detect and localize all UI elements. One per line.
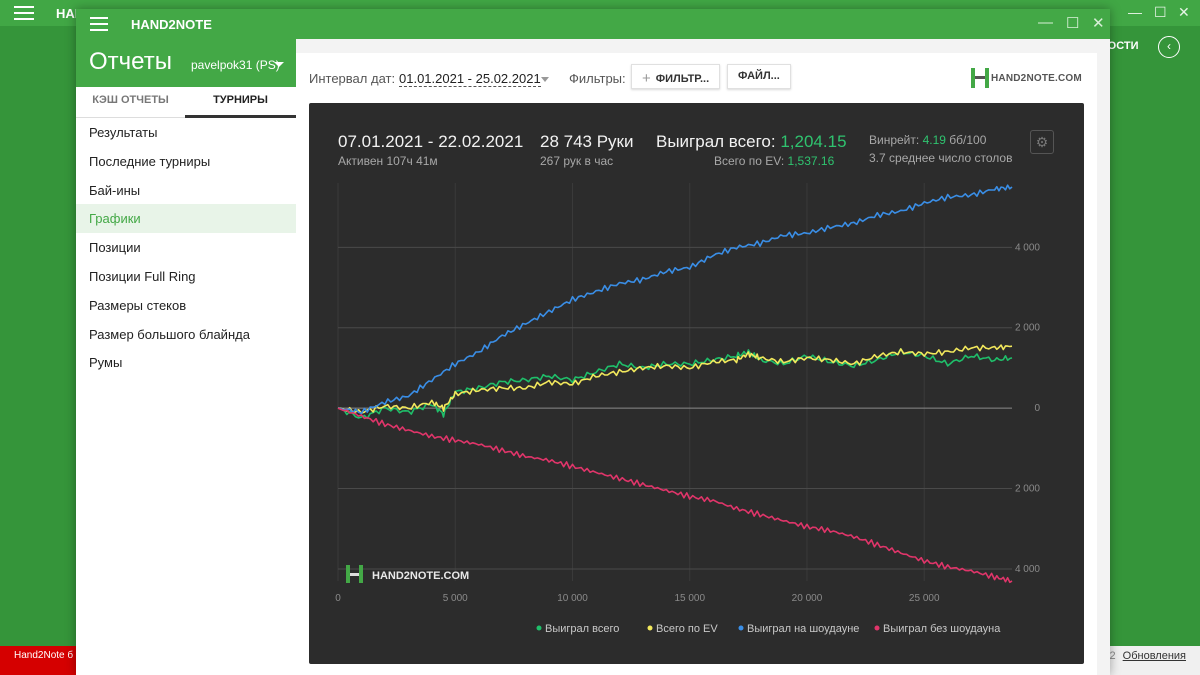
window-maximize-icon[interactable]: ☐ [1066, 14, 1079, 32]
x-tick-label: 15 000 [674, 593, 705, 604]
watermark-logo-icon [346, 565, 350, 583]
hand2note-logo-icon [971, 68, 989, 88]
watermark-text: HAND2NOTE.COM [372, 570, 469, 582]
chart-panel: 07.01.2021 - 22.02.2021 Активен 107ч 41м… [309, 103, 1084, 664]
watermark-logo-icon-bar [350, 573, 359, 576]
legend-dot-won_total [536, 625, 542, 631]
sidebar-item-rooms[interactable]: Румы [76, 348, 296, 377]
window-title-bar[interactable]: HAND2NOTE — ☐ ✕ [76, 9, 1110, 39]
background-minimize-icon[interactable]: — [1128, 4, 1142, 20]
file-button[interactable]: ФАЙЛ... [727, 64, 791, 89]
sidebar-item-stack-sizes[interactable]: Размеры стеков [76, 291, 296, 320]
chart-watermark: HAND2NOTE.COM [346, 565, 469, 583]
graph-chart: 0 5 000 10 000 15 000 20 000 25 000 4 000 2 000… [335, 183, 1040, 635]
background-close-icon[interactable]: ✕ [1178, 4, 1190, 21]
file-button-label: ФАЙЛ... [738, 70, 780, 82]
y-tick-label: 2 000 [1015, 484, 1040, 495]
x-tick-label: 0 [335, 593, 341, 604]
background-status-right: 22 Обновления [1103, 650, 1186, 662]
filter-button[interactable]: + ФИЛЬТР... [631, 64, 721, 89]
x-tick-label: 25 000 [909, 593, 940, 604]
x-tick-label: 20 000 [792, 593, 823, 604]
x-tick-label: 5 000 [443, 593, 468, 604]
sidebar-item-positions[interactable]: Позиции [76, 233, 296, 262]
x-tick-label: 10 000 [557, 593, 588, 604]
tab-cash-reports[interactable]: КЭШ ОТЧЕТЫ [76, 87, 185, 118]
window-close-icon[interactable]: ✕ [1092, 14, 1105, 32]
legend-dot-non_showdown [874, 625, 880, 631]
window-minimize-icon[interactable]: — [1038, 14, 1053, 31]
account-selector[interactable]: pavelpok31 (PS) [191, 58, 280, 72]
y-tick-label: 4 000 [1015, 564, 1040, 575]
series-line-non_showdown [337, 407, 1013, 584]
background-maximize-icon[interactable]: ☐ [1154, 4, 1167, 21]
sidebar-item-recent-tournaments[interactable]: Последние турниры [76, 147, 296, 176]
legend-dot-ev [647, 625, 653, 631]
window-menu-icon[interactable] [90, 17, 108, 31]
reports-header: Отчеты pavelpok31 (PS) [76, 39, 296, 87]
chart-lines [337, 184, 1013, 584]
main-content: Интервал дат: 01.01.2021 - 25.02.2021 Фи… [296, 53, 1097, 675]
chevron-down-icon[interactable] [274, 62, 284, 67]
series-line-showdown [337, 184, 1013, 415]
date-interval-label: Интервал дат: [309, 71, 396, 86]
y-tick-label: 4 000 [1015, 242, 1040, 253]
sidebar-item-graphs[interactable]: Графики [76, 204, 296, 234]
background-right-strip [1110, 26, 1200, 646]
chart-ticks: 0 5 000 10 000 15 000 20 000 25 000 4 000 2 000… [335, 242, 1040, 604]
reports-window: HAND2NOTE — ☐ ✕ Отчеты pavelpok31 (PS) К… [76, 9, 1110, 675]
background-status-left: Hand2Note б [0, 646, 76, 675]
plus-icon: + [642, 70, 651, 87]
legend-label-non_showdown: Выиграл без шоудауна [883, 623, 1001, 635]
date-interval-picker[interactable]: 01.01.2021 - 25.02.2021 [399, 71, 541, 87]
legend-label-showdown: Выиграл на шоудауне [747, 623, 859, 635]
hand2note-logo-text: HAND2NOTE.COM [991, 73, 1082, 84]
background-left-strip [0, 26, 76, 646]
series-line-ev [337, 344, 1013, 414]
sidebar-item-big-blind-size[interactable]: Размер большого блайнда [76, 320, 296, 349]
sidebar-item-results[interactable]: Результаты [76, 118, 296, 147]
filter-button-label: ФИЛЬТР... [655, 73, 710, 85]
legend-label-won_total: Выиграл всего [545, 623, 619, 635]
window-title: HAND2NOTE [131, 17, 212, 32]
chart-legend: Выиграл всего Всего по EV Выиграл на шоуда… [536, 623, 1001, 635]
legend-dot-showdown [738, 625, 744, 631]
background-menu-icon[interactable] [14, 6, 34, 20]
sidebar: Результаты Последние турниры Бай-ины Гра… [76, 118, 296, 675]
filters-label: Фильтры: [569, 71, 626, 86]
chart-grid [337, 183, 1012, 581]
date-dropdown-chevron-icon[interactable] [541, 77, 549, 82]
tab-tournaments[interactable]: ТУРНИРЫ [185, 87, 296, 118]
watermark-logo-icon-part [359, 565, 363, 583]
background-back-icon[interactable]: ‹ [1158, 36, 1180, 58]
y-tick-label: 0 [1034, 403, 1040, 414]
updates-link[interactable]: Обновления [1123, 650, 1186, 662]
sidebar-item-positions-full-ring[interactable]: Позиции Full Ring [76, 262, 296, 291]
legend-label-ev: Всего по EV [656, 623, 718, 635]
page-title: Отчеты [89, 48, 172, 75]
sidebar-item-buyins[interactable]: Бай-ины [76, 176, 296, 205]
y-tick-label: 2 000 [1015, 323, 1040, 334]
report-tabs: КЭШ ОТЧЕТЫ ТУРНИРЫ [76, 87, 296, 118]
